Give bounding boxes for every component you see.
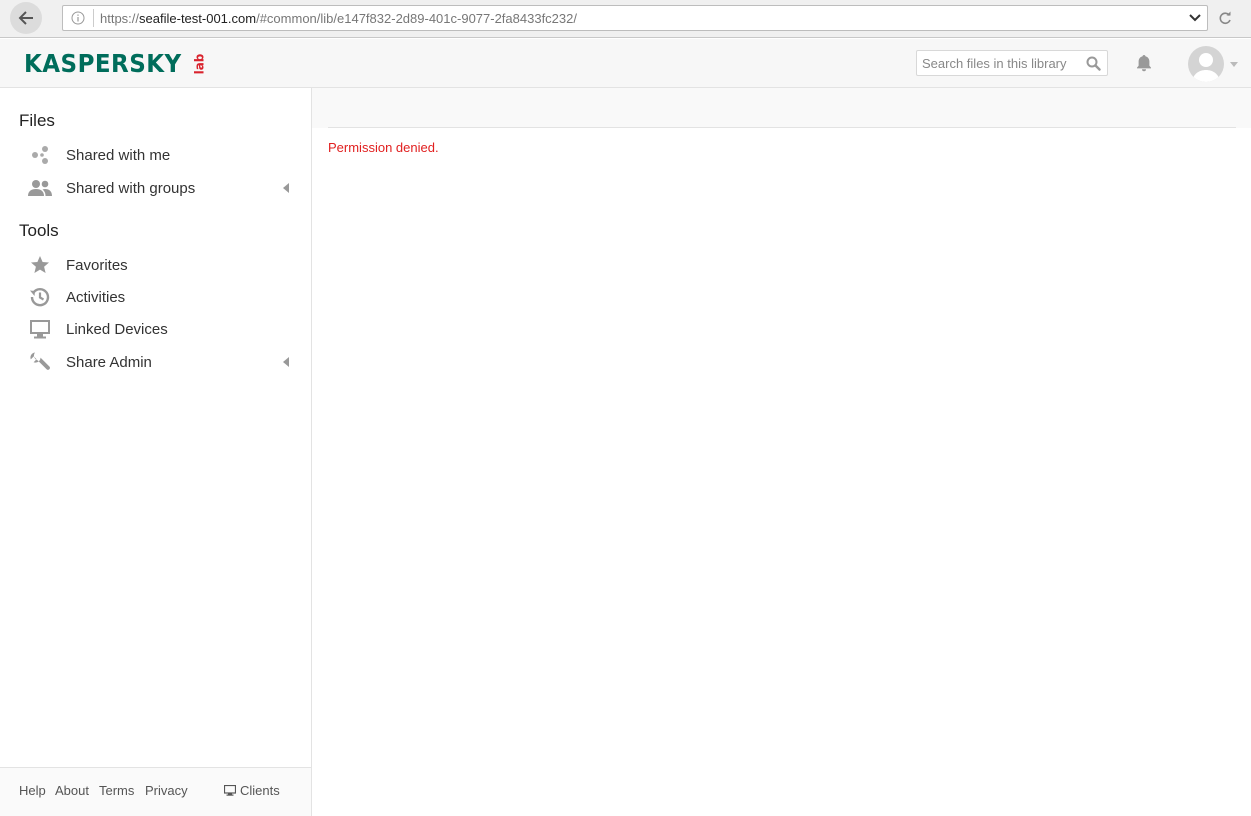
url-scheme: https:// xyxy=(100,10,140,26)
sidebar-item-label: Shared with me xyxy=(66,146,171,164)
url-divider xyxy=(93,9,94,27)
url-path: /#common/lib/e147f832-2d89-401c-9077-2fa… xyxy=(256,10,577,26)
search-box xyxy=(916,50,1108,76)
sidebar-item-label: Linked Devices xyxy=(66,320,168,338)
divider xyxy=(328,127,1236,128)
avatar xyxy=(1188,46,1224,82)
search-input[interactable] xyxy=(917,55,1081,71)
back-button[interactable] xyxy=(10,2,42,34)
user-menu[interactable] xyxy=(1188,46,1240,82)
clients-label: Clients xyxy=(240,783,280,798)
share-icon xyxy=(28,143,52,167)
sidebar-item-shared-with-me[interactable]: Shared with me xyxy=(0,139,311,171)
terms-link[interactable]: Terms xyxy=(99,783,134,798)
caret-left-icon[interactable] xyxy=(282,183,290,193)
desktop-icon xyxy=(224,785,236,796)
url-text[interactable]: https://seafile-test-001.com/#common/lib… xyxy=(100,11,1183,26)
files-heading: Files xyxy=(19,111,55,130)
arrow-left-icon xyxy=(18,11,33,25)
sidebar-item-share-admin[interactable]: Share Admin xyxy=(0,346,311,378)
chevron-down-icon[interactable] xyxy=(1183,14,1207,22)
privacy-link[interactable]: Privacy xyxy=(145,783,188,798)
reload-icon xyxy=(1219,11,1231,24)
caret-left-icon[interactable] xyxy=(282,357,290,367)
monitor-icon xyxy=(28,317,52,341)
sidebar-item-label: Favorites xyxy=(66,256,128,274)
tools-heading: Tools xyxy=(19,221,59,240)
sidebar-item-shared-with-groups[interactable]: Shared with groups xyxy=(0,172,311,204)
info-icon[interactable] xyxy=(63,11,93,25)
url-host: seafile-test-001.com xyxy=(139,10,257,26)
group-icon xyxy=(28,176,52,200)
sidebar-item-favorites[interactable]: Favorites xyxy=(0,249,311,281)
logo-lab: lab xyxy=(192,53,207,75)
sidebar-item-label: Share Admin xyxy=(66,353,152,371)
sidebar-item-linked-devices[interactable]: Linked Devices xyxy=(0,313,311,345)
browser-toolbar: https://seafile-test-001.com/#common/lib… xyxy=(0,0,1251,38)
url-bar[interactable]: https://seafile-test-001.com/#common/lib… xyxy=(62,5,1208,31)
about-link[interactable]: About xyxy=(55,783,89,798)
star-icon xyxy=(28,253,52,277)
sidebar-item-label: Shared with groups xyxy=(66,179,196,197)
main-toolbar xyxy=(312,88,1251,128)
clients-link[interactable]: Clients xyxy=(224,783,280,798)
sidebar-item-label: Activities xyxy=(66,288,126,306)
bell-icon[interactable] xyxy=(1134,53,1154,73)
help-link[interactable]: Help xyxy=(19,783,46,798)
reload-button[interactable] xyxy=(1212,5,1238,31)
search-icon[interactable] xyxy=(1081,56,1105,71)
history-icon xyxy=(28,285,52,309)
main-content: Permission denied. xyxy=(312,88,1251,816)
wrench-icon xyxy=(28,350,52,374)
caret-down-icon xyxy=(1230,61,1238,67)
logo[interactable]: KASPERSKY lab xyxy=(24,48,210,78)
logo-text: KASPERSKY xyxy=(24,48,182,78)
error-message: Permission denied. xyxy=(328,140,439,155)
sidebar-footer: Help About Terms Privacy Clients xyxy=(0,767,311,816)
sidebar: Files Shared with me Shared with groups xyxy=(0,88,312,816)
app-header: KASPERSKY lab xyxy=(0,39,1251,88)
sidebar-item-activities[interactable]: Activities xyxy=(0,281,311,313)
